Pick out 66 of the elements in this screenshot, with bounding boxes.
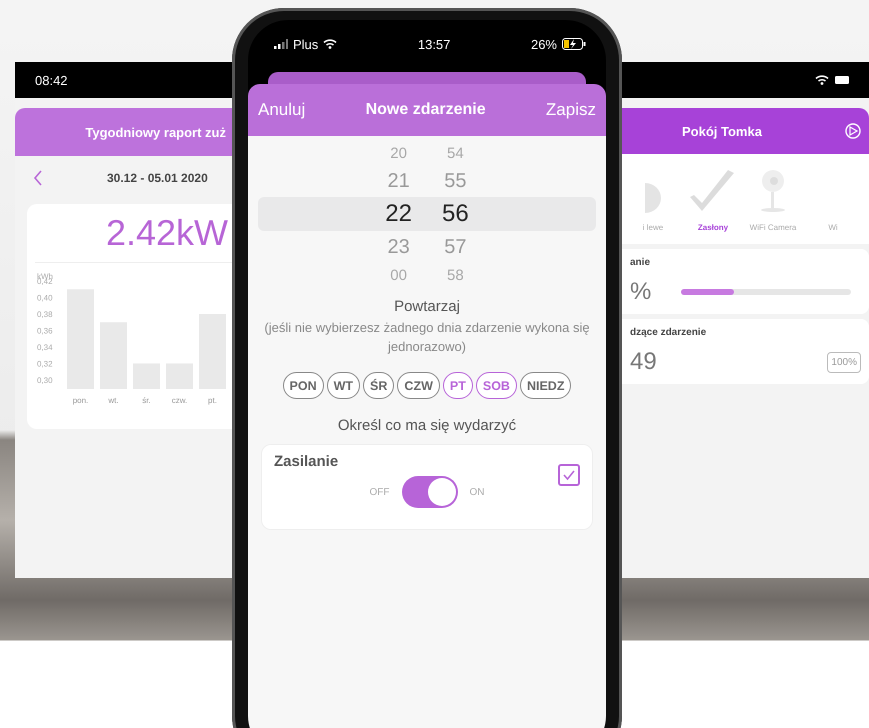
picker-value[interactable]: 56 <box>442 197 469 231</box>
device-tab[interactable]: Zasłony <box>686 154 740 244</box>
picker-value[interactable]: 00 <box>390 263 407 287</box>
slider-track[interactable] <box>681 289 852 295</box>
category-label: czw. <box>172 396 188 405</box>
category-label: wt. <box>108 396 119 405</box>
tick-label: 0,34 <box>37 342 53 352</box>
header-title: Nowe zdarzenie <box>366 101 486 119</box>
status-time: 08:42 <box>35 72 68 88</box>
cancel-button[interactable]: Anuluj <box>258 100 306 120</box>
tick-label: 0,32 <box>37 359 53 368</box>
lamp-icon <box>645 183 661 213</box>
picker-value[interactable]: 55 <box>444 165 466 197</box>
card-title: dzące zdarzenie <box>630 327 708 338</box>
day-toggle[interactable]: ŚR <box>363 372 394 399</box>
category-label: pt. <box>208 396 217 405</box>
picker-value[interactable]: 58 <box>447 263 464 287</box>
battery-icon <box>835 75 849 85</box>
battery-percent: 26% <box>530 36 557 52</box>
hint-text: (jeśli nie wybierzesz żadnego dnia zdarzenie wykona się jednorazowo) <box>263 319 591 356</box>
card-title: anie <box>630 257 652 268</box>
checkmark-icon <box>562 469 576 481</box>
event-time: 49 <box>630 348 657 376</box>
day-toggle[interactable]: NIEDZ <box>520 372 572 399</box>
battery-charging-icon <box>562 38 586 50</box>
status-time: 13:57 <box>418 36 450 52</box>
wifi-icon <box>323 39 338 49</box>
header-title: Pokój Tomka <box>682 124 762 138</box>
camera-icon <box>760 169 786 213</box>
picker-value[interactable]: 22 <box>385 197 412 231</box>
carrier-name: Plus <box>293 36 318 52</box>
device-tab[interactable]: i lewe <box>626 154 680 244</box>
header-title: Tygodniowy raport zuż <box>85 124 226 140</box>
checkbox[interactable] <box>558 464 580 486</box>
day-toggle[interactable]: PON <box>282 372 324 399</box>
day-toggle[interactable]: CZW <box>397 372 440 399</box>
picker-value[interactable]: 54 <box>447 141 464 165</box>
level-value: % <box>630 278 652 306</box>
section-title: Określ co ma się wydarzyć <box>338 417 516 434</box>
category-label: pon. <box>72 396 88 405</box>
tick-label: 0,40 <box>37 294 53 302</box>
device-tab[interactable]: Wi <box>806 154 860 244</box>
picker-value[interactable]: 57 <box>444 231 466 263</box>
date-range: 30.12 - 05.01 2020 <box>107 171 208 185</box>
action-name: Zasilanie <box>274 453 338 470</box>
on-label: ON <box>470 486 484 498</box>
signal-icon <box>274 39 288 49</box>
off-label: OFF <box>370 486 390 498</box>
save-button[interactable]: Zapisz <box>546 100 596 120</box>
day-toggle[interactable]: WT <box>326 372 360 399</box>
picker-value[interactable]: 21 <box>388 165 410 197</box>
category-label: śr. <box>142 396 151 405</box>
tick-label: 0,36 <box>37 326 53 336</box>
back-icon[interactable] <box>33 170 43 186</box>
wifi-icon <box>815 75 829 85</box>
tick-label: 0,42 <box>37 277 53 286</box>
power-switch[interactable] <box>402 476 458 508</box>
tick-label: 0,38 <box>37 310 53 319</box>
device-tab[interactable]: WiFi Camera <box>746 154 800 244</box>
day-toggle[interactable]: PT <box>442 372 473 399</box>
section-title: Powtarzaj <box>394 298 460 315</box>
picker-value[interactable]: 20 <box>390 141 407 165</box>
picker-value[interactable]: 23 <box>388 231 410 263</box>
level-badge: 100% <box>827 352 861 372</box>
tick-label: 0,30 <box>37 376 53 385</box>
day-toggle[interactable]: SOB <box>476 372 517 399</box>
